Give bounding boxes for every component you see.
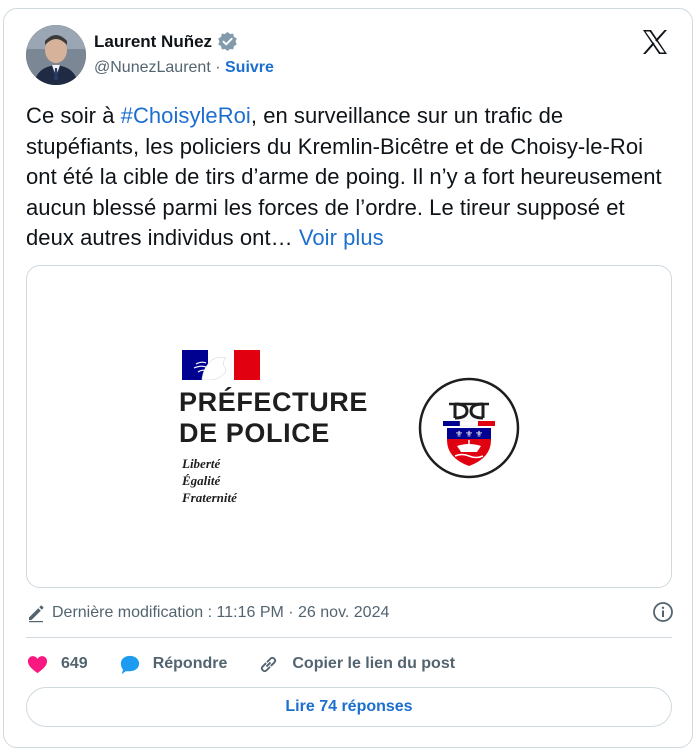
avatar[interactable] <box>26 25 86 85</box>
author-handle[interactable]: @NunezLaurent <box>94 59 211 76</box>
author-handle-row: @NunezLaurent · Suivre <box>94 59 274 77</box>
media-card[interactable]: PRÉFECTURE DE POLICE Liberté Égalité Fra… <box>26 265 672 588</box>
svg-text:⚜: ⚜ <box>465 430 473 440</box>
pencil-icon <box>29 605 44 623</box>
author-name[interactable]: Laurent Nuñez <box>94 32 212 52</box>
prefecture-title-line1: PRÉFECTURE <box>179 387 369 417</box>
verified-badge-icon <box>217 31 238 52</box>
read-replies-button[interactable]: Lire 74 réponses <box>26 687 672 727</box>
tweet-card: Laurent Nuñez @NunezLaurent · Suivre Ce … <box>3 8 693 748</box>
tweet-text-start: Ce soir à <box>26 103 121 128</box>
marianne-flag-icon <box>182 350 260 380</box>
edited-timestamp[interactable]: Dernière modification : 11:16 PM · 26 no… <box>52 604 389 622</box>
speech-bubble-icon <box>120 655 139 674</box>
author-name-row: Laurent Nuñez <box>94 31 238 52</box>
divider <box>26 637 672 638</box>
police-emblem-icon: ⚜ ⚜ ⚜ <box>418 377 520 479</box>
copy-link-button[interactable]: Copier le lien du post <box>257 653 455 676</box>
hashtag-link[interactable]: #ChoisyleRoi <box>121 103 251 128</box>
motto-liberte: Liberté <box>182 456 221 471</box>
x-logo-icon[interactable] <box>640 27 670 57</box>
prefecture-title: PRÉFECTURE DE POLICE <box>179 387 368 449</box>
like-count: 649 <box>61 655 88 672</box>
republic-motto: Liberté Égalité Fraternité <box>182 455 237 506</box>
edit-info-row: Dernière modification : 11:16 PM · 26 no… <box>26 601 676 625</box>
separator-dot: · <box>215 59 221 76</box>
motto-egalite: Égalité <box>182 473 221 488</box>
motto-fraternite: Fraternité <box>182 490 237 505</box>
follow-button[interactable]: Suivre <box>225 59 274 76</box>
reply-label: Répondre <box>152 655 228 672</box>
heart-icon <box>27 655 48 673</box>
tweet-text: Ce soir à #ChoisyleRoi, en surveillance … <box>26 101 676 254</box>
info-icon[interactable] <box>652 601 674 623</box>
see-more-link[interactable]: Voir plus <box>299 225 384 250</box>
link-icon <box>261 656 277 672</box>
svg-text:⚜: ⚜ <box>475 430 483 440</box>
prefecture-title-line2: DE POLICE <box>179 418 330 448</box>
like-button[interactable]: 649 <box>26 653 88 676</box>
reply-button[interactable]: Répondre <box>118 653 228 676</box>
svg-text:⚜: ⚜ <box>455 430 463 440</box>
copy-link-label: Copier le lien du post <box>292 655 456 672</box>
action-bar: 649 Répondre Copier le lien du post <box>26 651 676 677</box>
read-replies-label: Lire 74 réponses <box>285 698 413 715</box>
